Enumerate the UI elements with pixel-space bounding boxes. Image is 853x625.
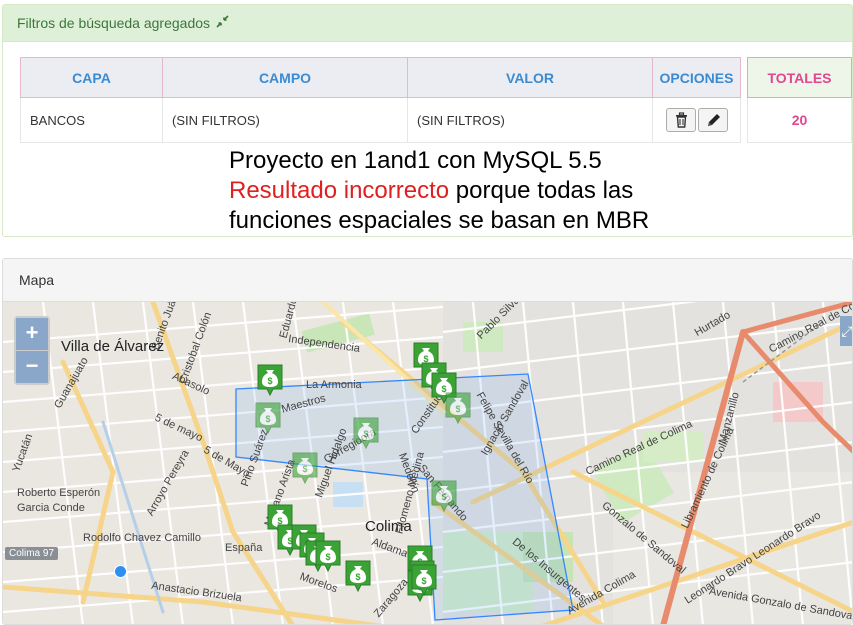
svg-text:$: $	[302, 464, 307, 474]
svg-text:$: $	[363, 429, 368, 439]
map-panel-title: Mapa	[19, 272, 55, 288]
zoom-control: + −	[14, 316, 50, 385]
money-bag-icon: $	[411, 564, 437, 597]
annotation-red-text: Resultado incorrecto	[229, 177, 450, 204]
map-marker[interactable]: $	[257, 364, 283, 397]
annotation-line-3: funciones espaciales se basan en MBR	[229, 207, 650, 234]
map-marker[interactable]: $	[411, 564, 437, 597]
compress-icon[interactable]	[216, 15, 229, 31]
zoom-out-button[interactable]: −	[16, 350, 48, 383]
cell-opciones	[652, 97, 741, 143]
map-marker[interactable]: $	[255, 402, 281, 435]
map-marker[interactable]: $	[431, 480, 457, 513]
money-bag-icon: $	[257, 364, 283, 397]
annotation-line-2: Resultado incorrecto porque todas las	[229, 176, 649, 206]
column-header-capa: CAPA	[20, 57, 163, 98]
fullscreen-icon[interactable]: ⤢	[840, 316, 852, 346]
svg-text:$: $	[265, 414, 270, 424]
svg-text:$: $	[325, 552, 330, 562]
column-header-valor: VALOR	[407, 57, 653, 98]
cell-campo: (SIN FILTROS)	[162, 97, 408, 143]
label-garcia-conde: Garcia Conde	[17, 502, 85, 514]
totals-table: TOTALES 20	[747, 57, 852, 143]
annotation-line-2-rest: porque todas las	[449, 177, 634, 204]
filters-table-header: CAPA CAMPO VALOR OPCIONES	[20, 57, 741, 98]
column-header-opciones: OPCIONES	[652, 57, 741, 98]
label-la-armonia: La Armonia	[306, 379, 362, 391]
svg-text:$: $	[355, 572, 360, 582]
money-bag-icon: $	[445, 392, 471, 425]
edit-filter-button[interactable]	[697, 108, 728, 132]
cell-capa: BANCOS	[20, 97, 163, 143]
column-header-campo: CAMPO	[162, 57, 408, 98]
svg-text:$: $	[441, 492, 446, 502]
cell-valor: (SIN FILTROS)	[407, 97, 653, 143]
filters-panel-title: Filtros de búsqueda agregados	[17, 15, 211, 31]
money-bag-icon: $	[345, 560, 371, 593]
table-row: BANCOS (SIN FILTROS) (SIN FILTROS)	[20, 97, 741, 143]
money-bag-icon: $	[353, 417, 379, 450]
annotation-line-1: Proyecto en 1and1 con MySQL 5.5	[229, 147, 602, 174]
label-rodolfo-chavez: Rodolfo Chavez Camillo	[83, 532, 201, 544]
label-roberto-esperon: Roberto Esperón	[17, 487, 101, 499]
pencil-icon	[707, 114, 720, 126]
money-bag-icon: $	[292, 452, 318, 485]
money-bag-icon: $	[315, 540, 341, 573]
map-canvas[interactable]: Villa de Álvarez Colima Independencia La…	[3, 302, 852, 624]
delete-filter-button[interactable]	[665, 108, 696, 132]
map-marker[interactable]: $	[445, 392, 471, 425]
filters-table: CAPA CAMPO VALOR OPCIONES BANCOS (SIN FI…	[20, 57, 741, 143]
trash-icon	[675, 112, 687, 128]
map-marker[interactable]: $	[292, 452, 318, 485]
totals-value: 20	[747, 97, 852, 143]
money-bag-icon: $	[431, 480, 457, 513]
annotation-text: Proyecto en 1and1 con MySQL 5.5 Resultad…	[229, 146, 649, 236]
money-bag-icon: $	[255, 402, 281, 435]
map-panel-header: Mapa	[3, 259, 852, 302]
svg-text:$: $	[455, 404, 460, 414]
svg-text:$: $	[421, 576, 426, 586]
totals-header: TOTALES	[747, 57, 852, 98]
zoom-in-button[interactable]: +	[16, 318, 48, 350]
map-panel: Mapa Villa de Álvarez Colima Independenc…	[2, 258, 853, 625]
map-marker[interactable]: $	[345, 560, 371, 593]
svg-text:$: $	[267, 376, 272, 386]
filters-panel-header: Filtros de búsqueda agregados	[3, 5, 852, 42]
label-espana: España	[225, 542, 263, 554]
map-marker[interactable]: $	[315, 540, 341, 573]
location-dot	[114, 565, 127, 578]
map-marker[interactable]: $	[353, 417, 379, 450]
road-shield-colima-97: Colima 97	[5, 547, 59, 560]
